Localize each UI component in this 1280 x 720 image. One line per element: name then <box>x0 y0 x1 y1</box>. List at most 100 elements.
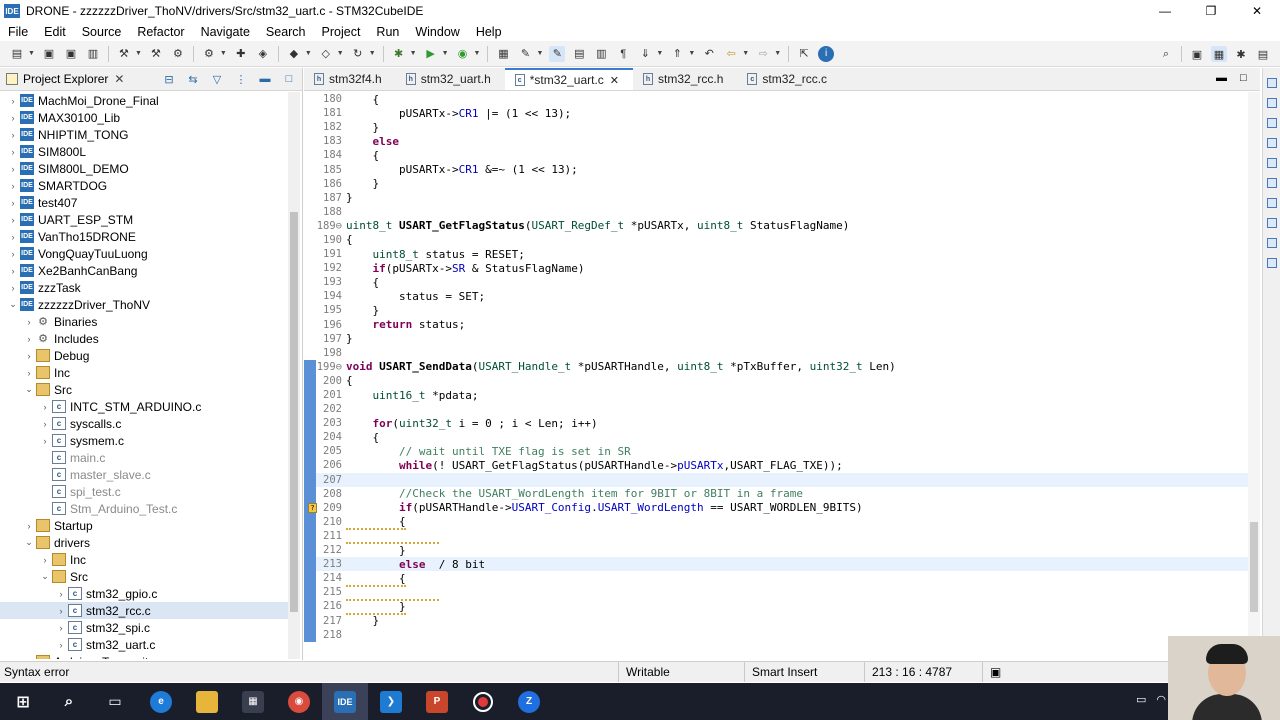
menu-help[interactable]: Help <box>468 25 510 39</box>
code-line[interactable]: 187} <box>304 191 1248 205</box>
code-line[interactable]: 185 pUSARTx->CR1 &=~ (1 << 13); <box>304 162 1248 176</box>
chevron-right-icon[interactable]: › <box>6 283 20 293</box>
console-view-icon[interactable] <box>1267 158 1277 168</box>
code-line[interactable]: 180 { <box>304 92 1248 106</box>
code-line[interactable]: 181 pUSARTx->CR1 |= (1 << 13); <box>304 106 1248 120</box>
tree-item[interactable]: › IDE zzzTask <box>0 279 288 296</box>
code-line[interactable]: 217 } <box>304 613 1248 628</box>
call-hierarchy-icon[interactable] <box>1267 198 1277 208</box>
tree-item[interactable]: › IDE VanTho15DRONE <box>0 228 288 245</box>
show-whitespace-icon[interactable]: ¶ <box>615 46 631 62</box>
search-view-icon[interactable] <box>1267 218 1277 228</box>
chevron-down-icon[interactable]: ▼ <box>220 50 227 57</box>
menu-window[interactable]: Window <box>407 25 467 39</box>
chevron-right-icon[interactable]: › <box>22 317 36 327</box>
menu-source[interactable]: Source <box>74 25 130 39</box>
forward-icon[interactable]: ⇨ <box>755 46 771 62</box>
next-annotation-icon[interactable]: ⇓ <box>637 46 653 62</box>
chevron-right-icon[interactable]: › <box>6 232 20 242</box>
menu-project[interactable]: Project <box>314 25 369 39</box>
link-editor-icon[interactable]: ⇆ <box>186 72 200 86</box>
chevron-right-icon[interactable]: › <box>6 249 20 259</box>
file-explorer-icon[interactable] <box>184 683 230 720</box>
chevron-down-icon[interactable]: ▼ <box>742 50 749 57</box>
close-icon[interactable]: ✕ <box>114 72 124 86</box>
store-icon[interactable]: ▦ <box>230 683 276 720</box>
search-icon[interactable]: ⌕ <box>1158 46 1174 62</box>
powerpoint-icon[interactable]: P <box>414 683 460 720</box>
chevron-right-icon[interactable]: › <box>6 130 20 140</box>
code-line[interactable]: 183 else <box>304 134 1248 148</box>
build-targets-icon[interactable] <box>1267 98 1277 108</box>
code-line[interactable]: 193 { <box>304 275 1248 289</box>
windows-start-button[interactable]: ⊞ <box>0 683 46 720</box>
search-icon[interactable]: ⌕ <box>46 683 92 720</box>
code-line[interactable]: 200 { <box>304 373 1248 388</box>
maximize-button[interactable]: ❐ <box>1188 0 1234 22</box>
debug-icon[interactable]: ✱ <box>391 46 407 62</box>
chevron-down-icon[interactable]: ⌄ <box>6 299 20 310</box>
edge-icon[interactable]: e <box>138 683 184 720</box>
open-perspective-icon[interactable]: ▣ <box>1189 46 1205 62</box>
tree-item[interactable]: › Inc <box>0 551 288 568</box>
tree-item[interactable]: ⌄ Src <box>0 381 288 398</box>
tree-item[interactable]: › IDE MachMoi_Drone_Final <box>0 92 288 109</box>
close-icon[interactable]: ✕ <box>610 74 619 87</box>
chevron-down-icon[interactable]: ▼ <box>28 50 35 57</box>
tree-item[interactable]: › IDE VongQuayTuuLuong <box>0 245 288 262</box>
code-line[interactable]: 215 <box>304 585 1248 601</box>
tools-icon[interactable]: ✚ <box>233 46 249 62</box>
chrome-icon[interactable]: ◉ <box>276 683 322 720</box>
editor-tab[interactable]: c *stm32_uart.c ✕ <box>504 68 634 90</box>
chevron-right-icon[interactable]: › <box>22 368 36 378</box>
minimize-button[interactable]: — <box>1142 0 1188 22</box>
project-explorer-tab[interactable]: Project Explorer <box>23 72 108 86</box>
collapse-all-icon[interactable]: ⊟ <box>162 72 176 86</box>
tree-item[interactable]: c master_slave.c <box>0 466 288 483</box>
chevron-right-icon[interactable]: › <box>22 351 36 361</box>
chevron-right-icon[interactable]: › <box>38 436 52 446</box>
tree-item[interactable]: c main.c <box>0 449 288 466</box>
search-pen-icon[interactable]: ✎ <box>517 46 533 62</box>
chevron-down-icon[interactable]: ▼ <box>135 50 142 57</box>
last-edit-icon[interactable]: ↶ <box>701 46 717 62</box>
chevron-right-icon[interactable]: › <box>6 181 20 191</box>
code-line[interactable]: 194 status = SET; <box>304 289 1248 303</box>
chevron-right-icon[interactable]: › <box>6 266 20 276</box>
tree-scrollbar[interactable] <box>288 92 300 659</box>
tree-item[interactable]: › Startup <box>0 517 288 534</box>
code-line[interactable]: 191 uint8_t status = RESET; <box>304 247 1248 261</box>
chevron-down-icon[interactable]: ▼ <box>536 50 543 57</box>
code-line[interactable]: 208 //Check the USART_WordLength item fo… <box>304 486 1248 501</box>
chevron-right-icon[interactable]: › <box>54 640 68 650</box>
save-icon[interactable]: ▣ <box>41 46 57 62</box>
menu-navigate[interactable]: Navigate <box>193 25 258 39</box>
tree-item[interactable]: ⌄ Src <box>0 568 288 585</box>
clean-icon[interactable]: ⚙ <box>170 46 186 62</box>
editor-tab[interactable]: h stm32_rcc.h <box>633 68 737 90</box>
chevron-down-icon[interactable]: ▼ <box>369 50 376 57</box>
code-line[interactable]: 209 if(pUSARTHandle->USART_Config.USART_… <box>304 500 1248 515</box>
chevron-down-icon[interactable]: ▼ <box>688 50 695 57</box>
code-line[interactable]: 213 else / 8 bit <box>304 557 1248 572</box>
chevron-down-icon[interactable]: ▼ <box>442 50 449 57</box>
chevron-right-icon[interactable]: › <box>6 96 20 106</box>
run-icon[interactable]: ▶ <box>423 46 439 62</box>
outline-view-icon[interactable] <box>1267 78 1277 88</box>
record-icon[interactable] <box>460 683 506 720</box>
code-line[interactable]: 211 <box>304 528 1248 545</box>
chevron-down-icon[interactable]: ⌄ <box>38 571 52 582</box>
tree-item[interactable]: c Stm_Arduino_Test.c <box>0 500 288 517</box>
chevron-right-icon[interactable]: › <box>54 623 68 633</box>
cpp-perspective-icon[interactable]: ▦ <box>1211 46 1227 62</box>
tree-item[interactable]: › IDE SIM800L <box>0 143 288 160</box>
tree-item[interactable]: › Arduino_Transmit <box>0 653 288 659</box>
tree-item[interactable]: › IDE SMARTDOG <box>0 177 288 194</box>
chevron-right-icon[interactable]: › <box>6 113 20 123</box>
code-line[interactable]: 201 uint16_t *pdata; <box>304 387 1248 403</box>
info-view-icon[interactable] <box>1267 238 1277 248</box>
tree-item[interactable]: › ⚙ Includes <box>0 330 288 347</box>
chevron-right-icon[interactable]: › <box>38 555 52 565</box>
filter-icon[interactable]: ▽ <box>210 72 224 86</box>
chevron-down-icon[interactable]: ▼ <box>410 50 417 57</box>
